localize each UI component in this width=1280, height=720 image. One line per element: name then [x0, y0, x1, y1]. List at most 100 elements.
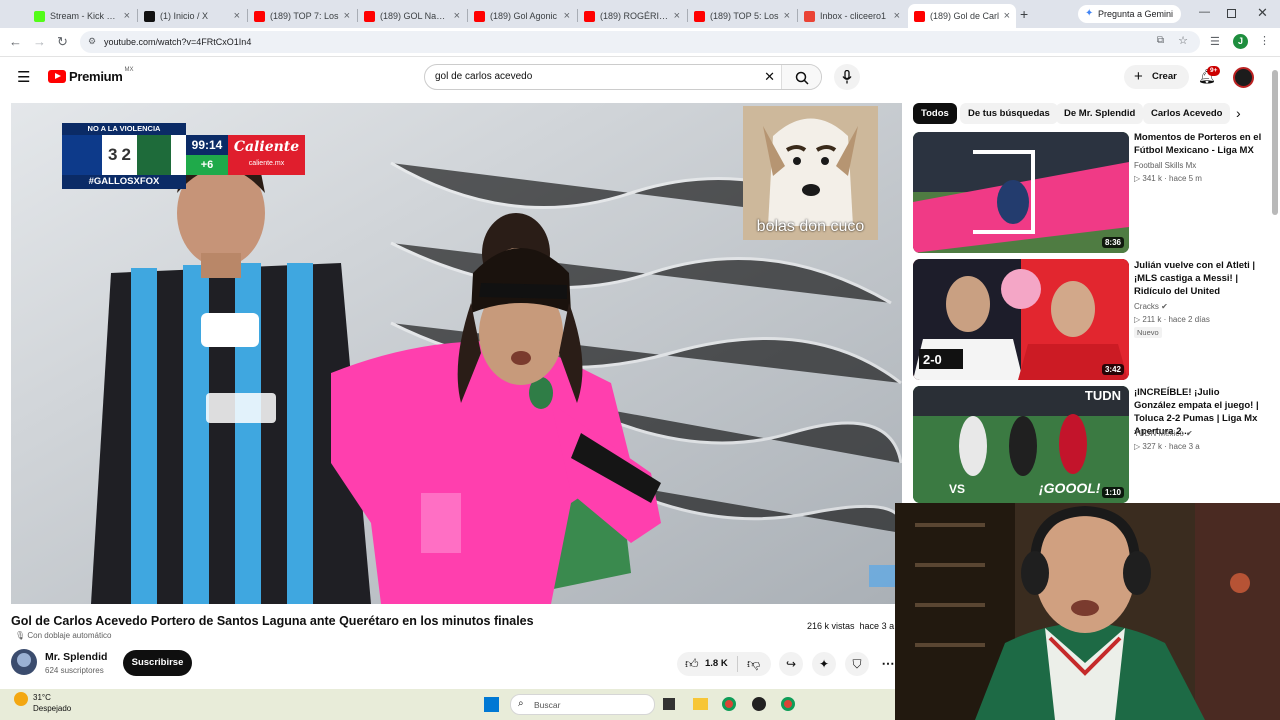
avatar[interactable]: [1233, 67, 1254, 88]
app-icon[interactable]: [752, 697, 766, 711]
gemini-button[interactable]: ✦ Pregunta a Gemini: [1078, 5, 1182, 23]
ask-sparkle-icon[interactable]: ✦: [812, 652, 836, 676]
page-scrollbar[interactable]: [1272, 70, 1278, 215]
forward-icon[interactable]: →: [33, 34, 46, 49]
browser-tab[interactable]: Inbox - cliceero1 ×: [798, 4, 906, 28]
close-tab-icon[interactable]: ×: [564, 10, 570, 22]
youtube-logo[interactable]: Premium MX: [48, 67, 134, 84]
video-title: Gol de Carlos Acevedo Portero de Santos …: [11, 614, 534, 628]
new-tab-button[interactable]: +: [1020, 6, 1028, 22]
close-tab-icon[interactable]: ×: [1004, 10, 1010, 22]
rec-title[interactable]: Momentos de Porteros en el Fútbol Mexica…: [1134, 131, 1262, 157]
create-button[interactable]: + Crear: [1124, 65, 1189, 89]
close-tab-icon[interactable]: ×: [894, 10, 900, 22]
address-bar[interactable]: ⚙ youtube.com/watch?v=4FRtCxO1In4 ⧉ ☆: [80, 31, 1200, 53]
voice-search-button[interactable]: [834, 64, 860, 90]
taskbar-search-placeholder[interactable]: Buscar: [534, 700, 560, 710]
windows-start-icon[interactable]: [484, 697, 499, 712]
save-icon[interactable]: ⛉: [845, 652, 869, 676]
dislike-icon[interactable]: 👎︎: [747, 656, 760, 672]
chip-carlos-acevedo[interactable]: Carlos Acevedo: [1143, 103, 1231, 124]
rec-title[interactable]: Julián vuelve con el Atleti | ¡MLS casti…: [1134, 259, 1262, 298]
like-count[interactable]: 1.8 K: [705, 658, 728, 669]
rec-channel[interactable]: Cracks: [1134, 302, 1159, 311]
x-icon: [144, 10, 155, 22]
browser-tab-active[interactable]: (189) Gol de Carl ×: [908, 4, 1016, 28]
weather-temp[interactable]: 31°C: [33, 693, 51, 702]
file-explorer-icon[interactable]: [693, 698, 708, 710]
rec-channel[interactable]: TUDN México: [1134, 429, 1184, 438]
browser-tab[interactable]: (1) Inicio / X ×: [138, 4, 246, 28]
chip-from-channel[interactable]: De Mr. Splendid: [1056, 103, 1144, 124]
search-icon: [795, 71, 809, 85]
close-tab-icon[interactable]: ×: [234, 10, 240, 22]
like-icon[interactable]: 👍︎: [685, 656, 699, 672]
channel-avatar[interactable]: [11, 649, 37, 675]
microphone-icon: [842, 70, 852, 84]
close-tab-icon[interactable]: ×: [124, 10, 130, 22]
close-tab-icon[interactable]: ×: [674, 10, 680, 22]
close-tab-icon[interactable]: ×: [344, 10, 350, 22]
reload-icon[interactable]: ↻: [57, 34, 68, 50]
profile-avatar[interactable]: J: [1233, 34, 1248, 49]
browser-tab[interactable]: (189) TOP 7: Los ×: [248, 4, 356, 28]
weather-sun-icon[interactable]: [14, 692, 28, 706]
tab-search-icon[interactable]: ☰: [1210, 35, 1220, 48]
tab-title: (189) TOP 7: Los: [270, 11, 339, 21]
search-input[interactable]: gol de carlos acevedo: [435, 71, 532, 82]
maximize-icon[interactable]: [1227, 9, 1236, 18]
verified-icon: ✔: [1186, 429, 1193, 438]
queretaro-crest-icon: [62, 135, 102, 175]
hamburger-menu-icon[interactable]: ☰: [17, 68, 30, 86]
tab-title: (189) GOL Nahue: [380, 11, 450, 21]
plus-icon: +: [1134, 68, 1143, 85]
browser-tab[interactable]: Stream - Kick Das ×: [28, 4, 136, 28]
clear-search-icon[interactable]: ✕: [764, 69, 775, 85]
taskbar-search[interactable]: ⌕ Buscar: [510, 694, 655, 715]
video-player[interactable]: NO A LA VIOLENCIA 3 2 99:14 +6 Caliente …: [11, 103, 902, 604]
chip-from-searches[interactable]: De tus búsquedas: [960, 103, 1058, 124]
bookmark-star-icon[interactable]: ☆: [1178, 34, 1188, 47]
thumb-goal: ¡GOOOL!: [1039, 480, 1101, 496]
back-icon[interactable]: ←: [9, 34, 22, 49]
close-tab-icon[interactable]: ×: [454, 10, 460, 22]
site-info-icon[interactable]: ⚙: [88, 36, 96, 47]
close-tab-icon[interactable]: ×: [784, 10, 790, 22]
close-window-icon[interactable]: ✕: [1257, 5, 1268, 21]
task-view-icon[interactable]: [663, 698, 675, 710]
channel-name[interactable]: Mr. Splendid: [45, 651, 107, 663]
chrome-icon[interactable]: [722, 697, 736, 711]
chip-all[interactable]: Todos: [913, 103, 957, 124]
subscribe-button[interactable]: Suscribirse: [123, 650, 192, 676]
gemini-icon: ✦: [1085, 8, 1094, 19]
youtube-play-icon: [48, 70, 66, 83]
url-text: youtube.com/watch?v=4FRtCxO1In4: [104, 37, 252, 47]
rec-channel[interactable]: Football Skills Mx: [1134, 159, 1196, 172]
rec-thumbnail-image: [913, 259, 1129, 380]
dub-label: Con doblaje automático: [27, 631, 112, 640]
browser-tab[interactable]: (189) ROGÉRIO C ×: [578, 4, 686, 28]
rec-meta: ▷ 341 k · hace 5 m: [1134, 172, 1202, 185]
added-time: +6: [186, 155, 228, 175]
verified-icon: ✔: [1161, 302, 1168, 311]
chevron-right-icon[interactable]: ›: [1236, 105, 1241, 121]
rec-thumbnail[interactable]: TUDN VS ¡GOOOL! 1:10: [913, 386, 1129, 503]
kick-icon: [34, 10, 45, 22]
rec-stats: 341 k · hace 5 m: [1142, 174, 1202, 183]
search-box[interactable]: gol de carlos acevedo ✕: [424, 64, 822, 90]
rec-thumbnail[interactable]: 8:36: [913, 132, 1129, 253]
rec-thumbnail[interactable]: 2-0 3:42: [913, 259, 1129, 380]
browser-menu-icon[interactable]: ⋮: [1259, 34, 1270, 47]
search-icon: ⌕: [518, 698, 524, 709]
browser-tab[interactable]: (189) GOL Nahue ×: [358, 4, 466, 28]
browser-tab[interactable]: (189) Gol Agonic ×: [468, 4, 576, 28]
tab-title: (1) Inicio / X: [160, 11, 209, 21]
search-button[interactable]: [781, 65, 821, 89]
thumb-score: 2-0: [923, 352, 942, 367]
rec-channel-row: TUDN México ✔: [1134, 427, 1193, 440]
minimize-icon[interactable]: —: [1199, 6, 1210, 18]
share-icon[interactable]: ↪: [779, 652, 803, 676]
chrome-active-icon[interactable]: [781, 697, 795, 711]
browser-tab[interactable]: (189) TOP 5: Los ×: [688, 4, 796, 28]
install-icon[interactable]: ⧉: [1157, 35, 1164, 46]
